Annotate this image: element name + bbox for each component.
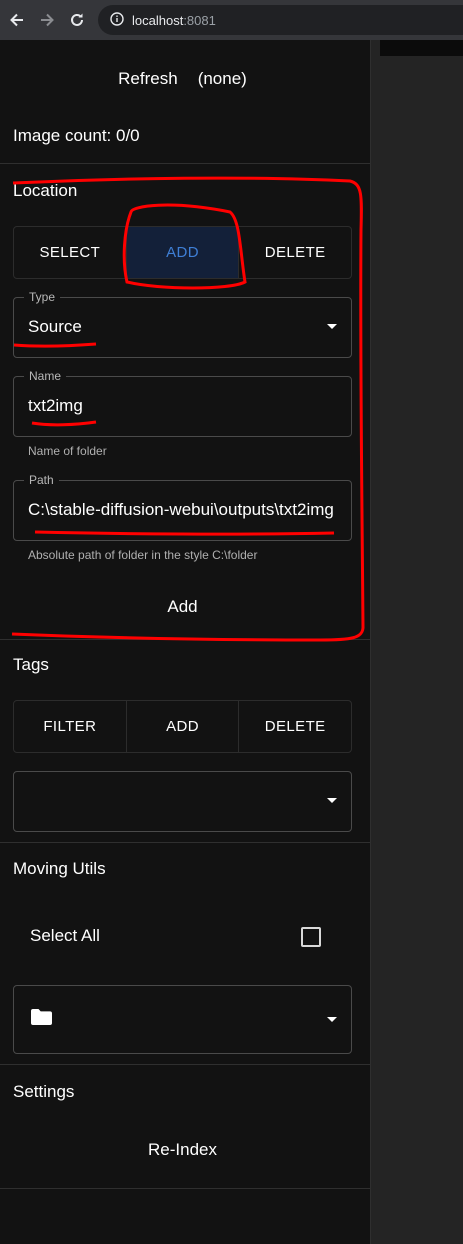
moving-utils-title: Moving Utils [13, 859, 106, 878]
location-mode-group: SELECT ADD DELETE [13, 226, 352, 279]
reload-icon[interactable] [64, 7, 90, 33]
tags-select[interactable] [13, 771, 352, 832]
path-field[interactable]: Path C:\stable-diffusion-webui\outputs\t… [13, 473, 352, 541]
name-helper: Name of folder [28, 444, 107, 458]
selection-label: (none) [197, 69, 247, 88]
location-title: Location [13, 181, 78, 200]
path-helper: Absolute path of folder in the style C:\… [28, 548, 258, 562]
gallery-top-strip [380, 40, 463, 56]
divider [0, 842, 370, 843]
location-select-button[interactable]: SELECT [14, 227, 127, 278]
name-value: txt2img [28, 396, 83, 415]
type-select[interactable]: Type Source [13, 290, 352, 358]
chevron-down-icon [327, 1017, 337, 1022]
back-icon[interactable] [4, 7, 30, 33]
folder-icon [30, 1008, 53, 1031]
divider [0, 639, 370, 640]
type-label: Type [24, 290, 61, 304]
select-all-checkbox[interactable] [301, 927, 321, 947]
select-all-label: Select All [30, 926, 100, 945]
folder-select[interactable] [13, 985, 352, 1054]
divider [0, 1064, 370, 1065]
address-host: localhost [132, 12, 184, 28]
tags-title: Tags [13, 655, 49, 674]
add-location-button[interactable]: Add [13, 592, 352, 622]
path-value: C:\stable-diffusion-webui\outputs\txt2im… [28, 500, 334, 519]
image-count: Image count: 0/0 [13, 126, 140, 145]
address-port: :8081 [183, 12, 216, 28]
browser-toolbar: localhost:8081 [0, 0, 463, 40]
type-value: Source [28, 317, 82, 336]
tags-delete-button[interactable]: DELETE [239, 701, 351, 752]
refresh-row: Refresh (none) [0, 64, 365, 94]
address-bar[interactable]: localhost:8081 [98, 5, 463, 35]
settings-title: Settings [13, 1082, 75, 1101]
gallery-area [371, 40, 463, 1244]
name-field[interactable]: Name txt2img [13, 369, 352, 437]
site-info-icon[interactable] [110, 11, 124, 29]
path-label: Path [24, 473, 59, 487]
divider [0, 163, 370, 164]
location-delete-button[interactable]: DELETE [239, 227, 351, 278]
chevron-down-icon [327, 798, 337, 803]
location-add-button[interactable]: ADD [126, 227, 240, 278]
forward-icon[interactable] [34, 7, 60, 33]
sidebar: Refresh (none) Image count: 0/0 Location… [0, 40, 371, 1244]
name-label: Name [24, 369, 67, 383]
divider [0, 1188, 370, 1189]
tags-filter-button[interactable]: FILTER [14, 701, 127, 752]
tags-add-button[interactable]: ADD [127, 701, 240, 752]
refresh-button[interactable]: Refresh [118, 69, 178, 89]
tags-mode-group: FILTER ADD DELETE [13, 700, 352, 753]
chevron-down-icon [327, 324, 337, 329]
reindex-button[interactable]: Re-Index [0, 1138, 365, 1162]
